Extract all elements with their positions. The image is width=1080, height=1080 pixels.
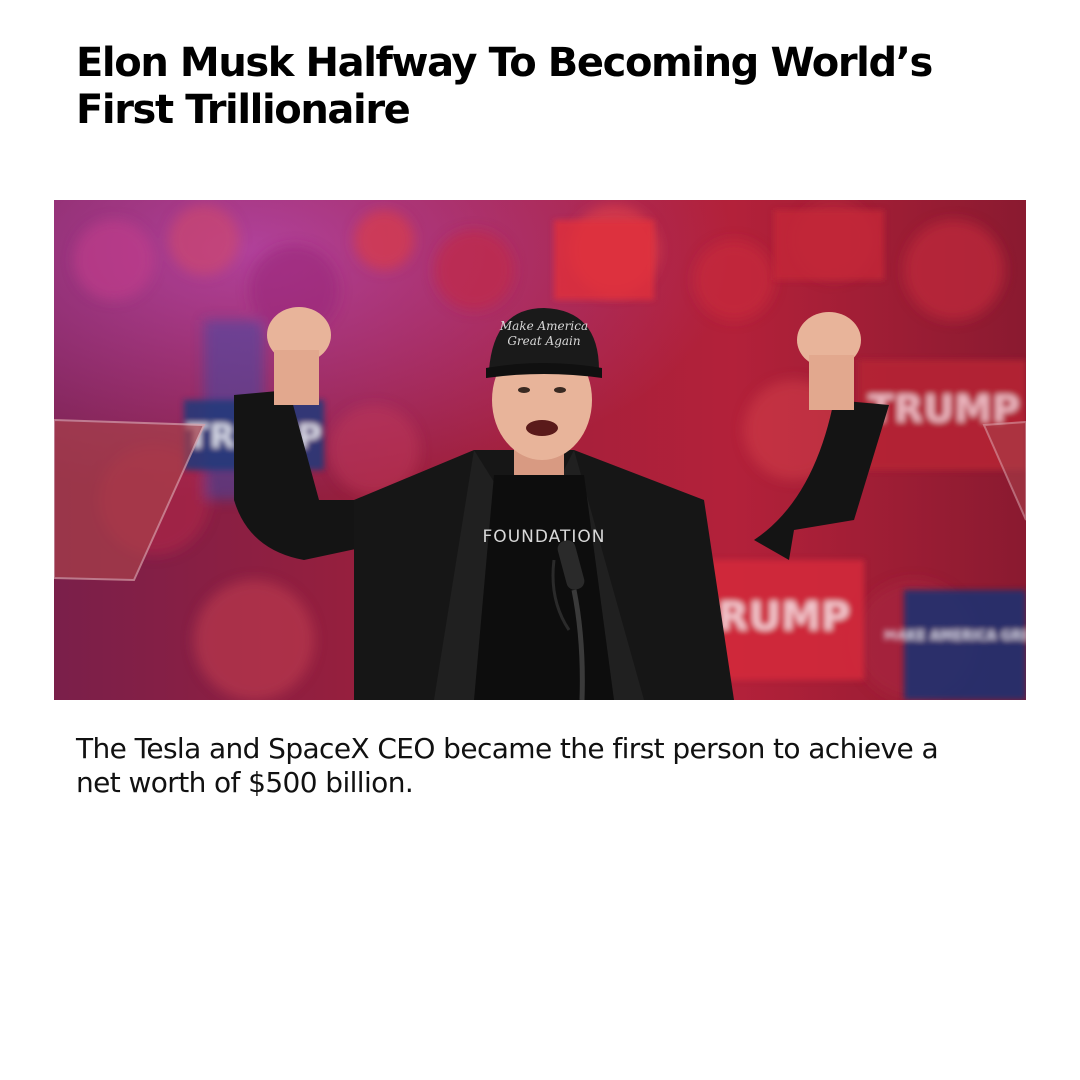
- hero-photo: TRUMP TRUMP RUMP MAKE AMERICA GREAT: [54, 200, 1026, 700]
- sign-right-bottom-text: RUMP: [718, 594, 850, 640]
- shirt-text: FOUNDATION: [483, 527, 606, 547]
- sign-far-right-text: MAKE AMERICA GREAT: [884, 629, 1026, 644]
- cap-text-line1: Make America: [499, 319, 588, 333]
- article-subheadline: The Tesla and SpaceX CEO became the firs…: [76, 732, 939, 799]
- article-headline: Elon Musk Halfway To Becoming World’s Fi…: [76, 40, 933, 133]
- cap-text-line2: Great Again: [507, 334, 580, 348]
- hero-photo-illustration: TRUMP TRUMP RUMP MAKE AMERICA GREAT: [54, 200, 1026, 700]
